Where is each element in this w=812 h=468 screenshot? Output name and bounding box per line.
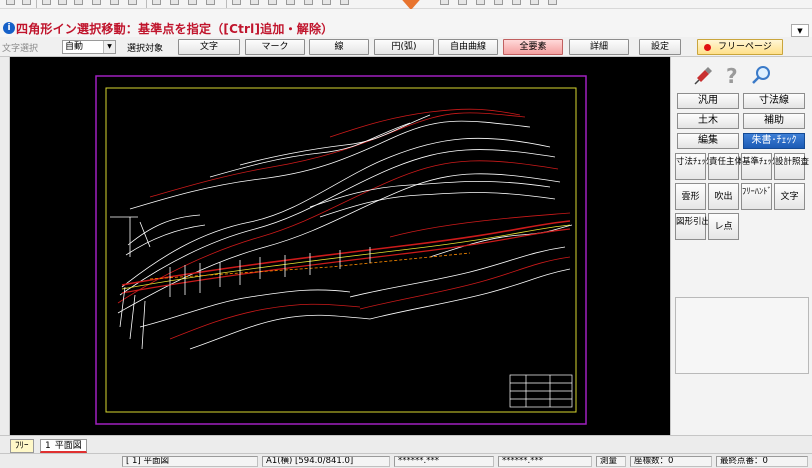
- toolbar-icon[interactable]: [512, 0, 521, 5]
- toolbar-icon[interactable]: [322, 0, 331, 5]
- filter-freecurve-button[interactable]: 自由曲線: [438, 39, 498, 55]
- text-select-value: 自動: [65, 42, 84, 52]
- tool-cloud-button[interactable]: 雲形: [675, 183, 706, 210]
- status-paper-size: A1(横) [594.0/841.0]: [262, 456, 390, 467]
- status-mode: 測量: [596, 456, 626, 467]
- palette-edit-button[interactable]: 編集: [677, 133, 739, 149]
- info-icon: i: [3, 22, 15, 34]
- tool-responsible-button[interactable]: 責任主体: [708, 153, 743, 180]
- drawing-svg: [95, 75, 587, 425]
- filter-arc-button[interactable]: 円(弧): [374, 39, 434, 55]
- palette-auxiliary-button[interactable]: 補助: [743, 113, 805, 129]
- toolbar-icon[interactable]: [6, 0, 15, 5]
- svg-text:?: ?: [726, 64, 738, 86]
- toolbar-separator: [226, 0, 227, 8]
- command-title: 四角形イン選択移動：基準点を指定（[Ctrl]追加・解除）: [16, 22, 334, 36]
- free-page-label: フリーページ: [718, 42, 772, 52]
- palette-civil-button[interactable]: 土木: [677, 113, 739, 129]
- left-edge-bar: [0, 57, 10, 435]
- toolbar-separator: [146, 0, 147, 8]
- filter-mark-button[interactable]: マーク: [245, 39, 305, 55]
- status-coord-y: ******.***: [498, 456, 592, 467]
- pin-icon[interactable]: [693, 64, 715, 86]
- toolbar-icon[interactable]: [128, 0, 137, 5]
- help-icon[interactable]: ?: [722, 64, 744, 86]
- chevron-down-icon[interactable]: ▼: [791, 24, 809, 37]
- tool-dimension-check-button[interactable]: 寸法ﾁｪｯｸ: [675, 153, 710, 180]
- drawing-canvas[interactable]: [10, 57, 670, 435]
- tool-balloon-button[interactable]: 吹出: [708, 183, 739, 210]
- status-sheet: [ 1] 平面図: [122, 456, 258, 467]
- text-select-combo[interactable]: 自動 ▼: [62, 40, 116, 54]
- tool-checkmark-button[interactable]: レ点: [708, 213, 739, 240]
- settings-button[interactable]: 設定: [639, 39, 681, 55]
- palette-redline-check-button[interactable]: 朱書･ﾁｪｯｸ: [743, 133, 805, 149]
- toolbar-icon[interactable]: [494, 0, 503, 5]
- toolbar-icon[interactable]: [548, 0, 557, 5]
- sheet-tab-name: 平面図: [54, 441, 82, 451]
- sheet-tab-plan[interactable]: 1 平面図: [40, 439, 87, 453]
- palette-general-button[interactable]: 汎用: [677, 93, 739, 109]
- toolbar-icon[interactable]: [340, 0, 349, 5]
- tool-standard-check-button[interactable]: 基準ﾁｪｯｸ: [741, 153, 776, 180]
- toolbar-icon[interactable]: [170, 0, 179, 5]
- tool-design-review-button[interactable]: 設計照査: [774, 153, 809, 180]
- toolbar-icon[interactable]: [42, 0, 51, 5]
- sheet-tab-number: 1: [45, 441, 51, 451]
- tool-freehand-button[interactable]: ﾌﾘｰﾊﾝﾄﾞ: [741, 183, 772, 210]
- toolbar-icon[interactable]: [110, 0, 119, 5]
- toolbar-icon[interactable]: [530, 0, 539, 5]
- structure-lines: [110, 216, 371, 350]
- toolbar-icon[interactable]: [206, 0, 215, 5]
- toolbar-icon[interactable]: [74, 0, 83, 5]
- status-bar: [ 1] 平面図 A1(横) [594.0/841.0] ******.*** …: [0, 453, 812, 468]
- zoom-icon[interactable]: [751, 64, 773, 86]
- status-coord-x: ******.***: [394, 456, 494, 467]
- tool-text-button[interactable]: 文字: [774, 183, 805, 210]
- tool-shape-leader-button[interactable]: 図形引出: [675, 213, 710, 240]
- toolbar-separator: [36, 0, 37, 8]
- filter-all-elements-button[interactable]: 全要素: [503, 39, 563, 55]
- record-dot-icon: [704, 44, 711, 51]
- toolbar-icon[interactable]: [22, 0, 31, 5]
- toolbar-icon[interactable]: [286, 0, 295, 5]
- sheet-tab-free[interactable]: ﾌﾘｰ: [10, 439, 34, 453]
- toolbar-icon[interactable]: [232, 0, 241, 5]
- tool-palette: ? 汎用 寸法線 土木 補助 編集 朱書･ﾁｪｯｸ 寸法ﾁｪｯｸ 責任主体 基準…: [670, 57, 812, 435]
- road-alignment: [121, 220, 571, 294]
- palette-dimension-button[interactable]: 寸法線: [743, 93, 805, 109]
- toolbar-icon[interactable]: [476, 0, 485, 5]
- toolbar-icon[interactable]: [250, 0, 259, 5]
- toolbar-icon[interactable]: [188, 0, 197, 5]
- selection-filter-toolbar: 文字選択 自動 ▼ 選択対象 文字 マーク 線 円(弧) 自由曲線 全要素 詳細…: [0, 37, 812, 57]
- free-page-button[interactable]: フリーページ: [697, 39, 783, 55]
- toolbar-icon[interactable]: [304, 0, 313, 5]
- toolbar-icon[interactable]: [458, 0, 467, 5]
- toolbar-icon[interactable]: [440, 0, 449, 5]
- property-panel: [675, 297, 809, 374]
- contour-lines: [117, 108, 573, 350]
- toolbar-icon[interactable]: [92, 0, 101, 5]
- sheet-outer-frame: [95, 75, 587, 425]
- filter-detail-button[interactable]: 詳細: [569, 39, 629, 55]
- command-title-bar: i 四角形イン選択移動：基準点を指定（[Ctrl]追加・解除）: [0, 9, 812, 37]
- filter-line-button[interactable]: 線: [309, 39, 369, 55]
- text-select-label: 文字選択: [2, 44, 39, 54]
- toolbar-icon[interactable]: [268, 0, 277, 5]
- toolbar-icon[interactable]: [58, 0, 67, 5]
- toolbar-icon[interactable]: [152, 0, 161, 5]
- target-label: 選択対象: [127, 44, 164, 54]
- cad-application-window: i 四角形イン選択移動：基準点を指定（[Ctrl]追加・解除） ▼ 文字選択 自…: [0, 0, 812, 468]
- status-coord-count: 座標数：0: [630, 456, 712, 467]
- status-final-point: 最終点番：0: [716, 456, 808, 467]
- title-block: [509, 374, 573, 408]
- chevron-down-icon[interactable]: ▼: [103, 41, 115, 53]
- filter-text-button[interactable]: 文字: [178, 39, 240, 55]
- sheet-tab-bar: ﾌﾘｰ 1 平面図: [0, 435, 812, 453]
